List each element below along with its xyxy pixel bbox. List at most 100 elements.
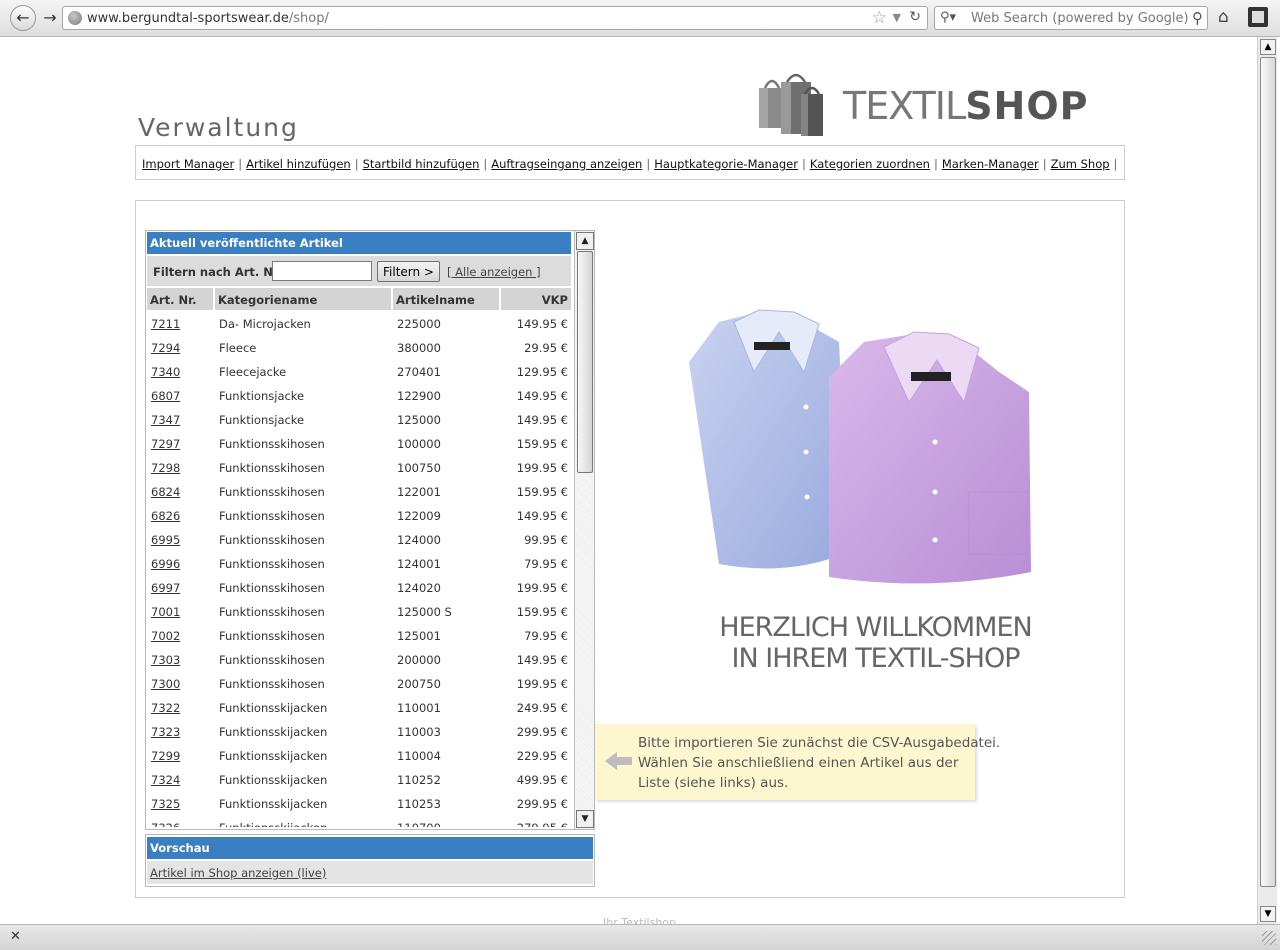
forward-icon[interactable]: →	[38, 7, 62, 29]
article-number-link[interactable]: 7326	[151, 821, 180, 827]
article-number-link[interactable]: 7303	[151, 653, 180, 667]
scroll-down-icon[interactable]: ▼	[576, 810, 594, 828]
article-price: 79.95 €	[524, 629, 568, 643]
article-name: 110001	[397, 701, 441, 715]
nav-kategorien-zuordnen[interactable]: Kategorien zuordnen	[810, 157, 930, 171]
table-row[interactable]: 6997 Funktionsskihosen 124020 199.95 €	[147, 576, 571, 600]
article-number-link[interactable]: 7323	[151, 725, 180, 739]
article-name: 110252	[397, 773, 441, 787]
back-icon[interactable]: ←	[10, 5, 36, 31]
table-row[interactable]: 7323 Funktionsskijacken 110003 299.95 €	[147, 720, 571, 744]
article-number-link[interactable]: 7322	[151, 701, 180, 715]
table-row[interactable]: 7294 Fleece 380000 29.95 €	[147, 336, 571, 360]
category-name: Fleece	[219, 341, 257, 355]
table-row[interactable]: 7326 Funktionsskijacken 110700 279.95 €	[147, 816, 571, 827]
show-all-link[interactable]: [ Alle anzeigen ]	[447, 265, 541, 279]
nav-zum-shop[interactable]: Zum Shop	[1051, 157, 1110, 171]
article-number-link[interactable]: 7324	[151, 773, 180, 787]
category-name: Funktionsskihosen	[219, 437, 325, 451]
column-art-nr[interactable]: Art. Nr.	[147, 288, 213, 310]
page-scroll-down-icon[interactable]: ▼	[1260, 906, 1276, 922]
article-name: 125001	[397, 629, 441, 643]
table-row[interactable]: 6996 Funktionsskihosen 124001 79.95 €	[147, 552, 571, 576]
table-row[interactable]: 6824 Funktionsskihosen 122001 159.95 €	[147, 480, 571, 504]
table-row[interactable]: 7298 Funktionsskihosen 100750 199.95 €	[147, 456, 571, 480]
article-number-link[interactable]: 6807	[151, 389, 180, 403]
page-scroll-thumb[interactable]	[1260, 57, 1276, 887]
info-tip: Bitte importieren Sie zunächst die CSV-A…	[595, 724, 1000, 800]
bookmark-star-icon[interactable]: ☆	[872, 8, 887, 28]
article-number-link[interactable]: 7001	[151, 605, 180, 619]
article-number-link[interactable]: 7299	[151, 749, 180, 763]
preview-live-link[interactable]: Artikel im Shop anzeigen (live)	[150, 866, 326, 880]
article-number-link[interactable]: 7298	[151, 461, 180, 475]
search-bar[interactable]: ⚲▾ Web Search (powered by Google) ⚲	[934, 6, 1208, 30]
page-viewport: Verwaltung TEXTILSHOP Import Manager | Art…	[3, 37, 1257, 924]
article-number-link[interactable]: 6995	[151, 533, 180, 547]
table-row[interactable]: 6995 Funktionsskihosen 124000 99.95 €	[147, 528, 571, 552]
column-artikelname[interactable]: Artikelname	[393, 288, 499, 310]
page-title: Verwaltung	[138, 113, 299, 142]
filter-button[interactable]: Filtern >	[377, 261, 440, 282]
list-scroll-thumb[interactable]	[577, 251, 593, 473]
nav-hauptkategorie-manager[interactable]: Hauptkategorie-Manager	[654, 157, 798, 171]
table-row[interactable]: 7340 Fleecejacke 270401 129.95 €	[147, 360, 571, 384]
article-price: 199.95 €	[516, 581, 568, 595]
url-bar[interactable]: www.bergundtal-sportswear.de/shop/ ☆ ▼ ↻	[62, 6, 928, 30]
scroll-up-icon[interactable]: ▲	[576, 232, 594, 250]
chevron-down-icon[interactable]: ▼	[893, 11, 901, 24]
search-engine-icon[interactable]: ⚲▾	[940, 10, 956, 25]
table-row[interactable]: 7002 Funktionsskihosen 125001 79.95 €	[147, 624, 571, 648]
close-icon[interactable]: ✕	[10, 929, 21, 944]
filter-input[interactable]	[272, 261, 372, 281]
column-vkp[interactable]: VKP	[501, 288, 571, 310]
article-number-link[interactable]: 7002	[151, 629, 180, 643]
table-row[interactable]: 7325 Funktionsskijacken 110253 299.95 €	[147, 792, 571, 816]
preview-header: Vorschau	[147, 837, 593, 859]
article-price: 199.95 €	[516, 677, 568, 691]
table-row[interactable]: 7324 Funktionsskijacken 110252 499.95 €	[147, 768, 571, 792]
nav-import-manager[interactable]: Import Manager	[142, 157, 234, 171]
nav-startbild-hinzufuegen[interactable]: Startbild hinzufügen	[363, 157, 480, 171]
article-number-link[interactable]: 6826	[151, 509, 180, 523]
article-number-link[interactable]: 6824	[151, 485, 180, 499]
table-row[interactable]: 6826 Funktionsskihosen 122009 149.95 €	[147, 504, 571, 528]
article-number-link[interactable]: 7340	[151, 365, 180, 379]
addon-icon[interactable]	[1248, 7, 1268, 27]
home-icon[interactable]: ⌂	[1218, 7, 1229, 27]
table-row[interactable]: 7299 Funktionsskijacken 110004 229.95 €	[147, 744, 571, 768]
url-text: www.bergundtal-sportswear.de/shop/	[87, 11, 329, 26]
list-scrollbar[interactable]: ▲ ▼	[574, 231, 594, 829]
nav-auftragseingang[interactable]: Auftragseingang anzeigen	[491, 157, 642, 171]
article-name: 125000 S	[397, 605, 452, 619]
search-input[interactable]: Web Search (powered by Google)	[971, 11, 1189, 26]
table-row[interactable]: 6807 Funktionsjacke 122900 149.95 €	[147, 384, 571, 408]
article-price: 159.95 €	[516, 605, 568, 619]
article-number-link[interactable]: 7211	[151, 317, 180, 331]
resize-grip-icon[interactable]	[1262, 931, 1276, 945]
article-number-link[interactable]: 7347	[151, 413, 180, 427]
article-number-link[interactable]: 6996	[151, 557, 180, 571]
column-kategoriename[interactable]: Kategoriename	[215, 288, 391, 310]
table-row[interactable]: 7322 Funktionsskijacken 110001 249.95 €	[147, 696, 571, 720]
article-number-link[interactable]: 7325	[151, 797, 180, 811]
article-number-link[interactable]: 7294	[151, 341, 180, 355]
nav-marken-manager[interactable]: Marken-Manager	[942, 157, 1039, 171]
table-row[interactable]: 7297 Funktionsskihosen 100000 159.95 €	[147, 432, 571, 456]
article-number-link[interactable]: 6997	[151, 581, 180, 595]
page-scroll-up-icon[interactable]: ▲	[1260, 39, 1276, 55]
table-row[interactable]: 7300 Funktionsskihosen 200750 199.95 €	[147, 672, 571, 696]
article-price: 149.95 €	[516, 317, 568, 331]
table-row[interactable]: 7347 Funktionsjacke 125000 149.95 €	[147, 408, 571, 432]
table-row[interactable]: 7211 Da- Microjacken 225000 149.95 €	[147, 312, 571, 336]
article-name: 124000	[397, 533, 441, 547]
page-scrollbar[interactable]: ▲ ▼	[1257, 37, 1277, 924]
nav-artikel-hinzufuegen[interactable]: Artikel hinzufügen	[246, 157, 351, 171]
reload-icon[interactable]: ↻	[909, 9, 921, 25]
article-price: 229.95 €	[516, 749, 568, 763]
search-icon[interactable]: ⚲	[1192, 9, 1203, 27]
article-number-link[interactable]: 7300	[151, 677, 180, 691]
table-row[interactable]: 7001 Funktionsskihosen 125000 S 159.95 €	[147, 600, 571, 624]
article-number-link[interactable]: 7297	[151, 437, 180, 451]
table-row[interactable]: 7303 Funktionsskihosen 200000 149.95 €	[147, 648, 571, 672]
